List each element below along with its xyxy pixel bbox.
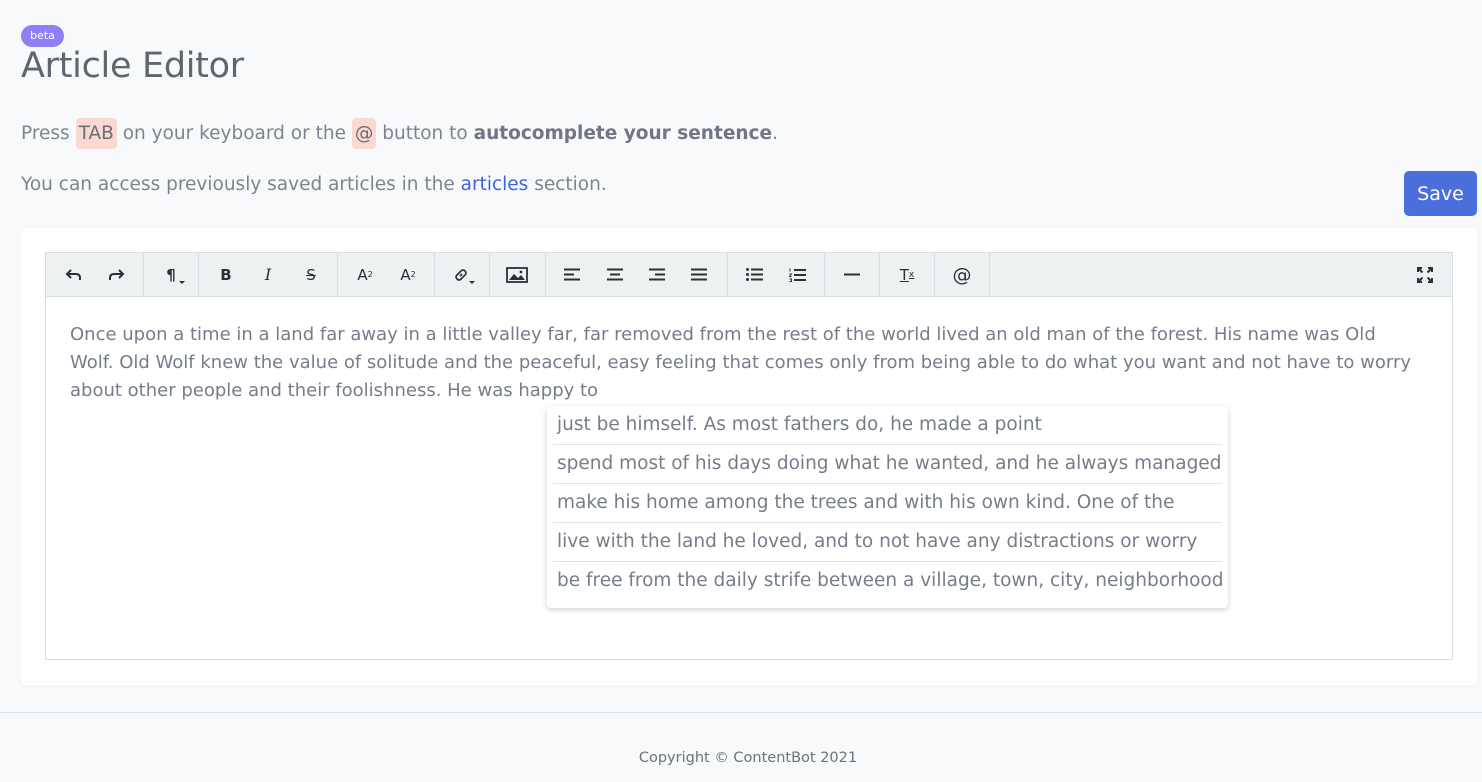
articles-link[interactable]: articles [461, 174, 529, 195]
intro-autocomplete: autocomplete your sentence [473, 123, 773, 144]
at-key-badge: @ [351, 117, 377, 149]
toolbar-group-paragraph: ¶ [144, 253, 199, 296]
align-center-icon[interactable] [594, 253, 636, 296]
strikethrough-glyph: S [306, 265, 316, 284]
beta-badge: beta [21, 25, 64, 47]
subscript-glyph: A [400, 265, 411, 284]
chevron-down-icon [179, 281, 185, 284]
toolbar-group-clear: Tx [880, 253, 935, 296]
strikethrough-icon[interactable]: S [290, 253, 332, 296]
rich-text-editor: ¶ B I S A2 A2 T x @ Once upon a time in … [45, 252, 1453, 660]
article-text: Once upon a time in a land far away in a… [70, 324, 1412, 401]
toolbar-group-script: A2 A2 [338, 253, 435, 296]
intro-on-keyboard: on your keyboard or the [122, 123, 346, 144]
chevron-down-icon [469, 281, 475, 284]
subscript-mark: 2 [410, 270, 416, 279]
suggestion-item[interactable]: make his home among the trees and with h… [553, 484, 1222, 523]
undo-icon[interactable] [53, 253, 95, 296]
bullet-list-icon[interactable] [733, 253, 775, 296]
justify-icon[interactable] [678, 253, 720, 296]
superscript-mark: 2 [367, 270, 373, 279]
footer-divider [0, 712, 1482, 713]
toolbar-group-inline: B I S [199, 253, 338, 296]
numbered-list-icon[interactable] [776, 253, 818, 296]
clear-format-glyph: T [899, 265, 909, 284]
toolbar-group-history [46, 253, 144, 296]
link-icon[interactable] [440, 253, 482, 296]
italic-icon[interactable]: I [247, 253, 289, 296]
toolbar-group-rule [825, 253, 880, 296]
toolbar-group-link [435, 253, 490, 296]
editor-content[interactable]: Once upon a time in a land far away in a… [70, 321, 1420, 405]
suggestion-item[interactable]: spend most of his days doing what he wan… [553, 445, 1222, 484]
redo-icon[interactable] [95, 253, 137, 296]
editor-toolbar: ¶ B I S A2 A2 T x @ [46, 253, 1452, 297]
at-glyph: @ [952, 263, 972, 286]
intro-button-to: button to [382, 123, 468, 144]
toolbar-group-align [546, 253, 728, 296]
tab-key-badge: TAB [75, 117, 117, 149]
fullscreen-icon[interactable] [1404, 253, 1446, 296]
copyright-text: Copyright © ContentBot 2021 [638, 750, 858, 766]
clear-format-icon[interactable]: Tx [886, 253, 928, 296]
toolbar-group-lists [728, 253, 825, 296]
suggestion-item[interactable]: live with the land he loved, and to not … [553, 523, 1222, 562]
superscript-icon[interactable]: A2 [344, 253, 386, 296]
suggestion-item[interactable]: just be himself. As most fathers do, he … [553, 406, 1222, 445]
save-button[interactable]: Save [1404, 171, 1477, 216]
page-title: Article Editor [21, 46, 244, 86]
align-left-icon[interactable] [551, 253, 593, 296]
italic-glyph: I [264, 265, 272, 284]
saved-articles-info: You can access previously saved articles… [21, 172, 607, 198]
suggestion-item[interactable]: be free from the daily strife between a … [553, 562, 1222, 601]
autocomplete-instructions: Press TAB on your keyboard or the @ butt… [21, 117, 778, 151]
toolbar-group-media [490, 253, 546, 296]
align-right-icon[interactable] [636, 253, 678, 296]
image-icon[interactable] [496, 253, 538, 296]
editor-card: ¶ B I S A2 A2 T x @ Once upon a time in … [21, 228, 1477, 685]
info-after: section. [534, 174, 607, 195]
at-icon[interactable]: @ [941, 253, 983, 296]
paragraph-icon[interactable]: ¶ [150, 253, 192, 296]
toolbar-group-autocomplete: @ [935, 253, 990, 296]
bold-glyph: B [220, 265, 232, 284]
info-before: You can access previously saved articles… [21, 174, 455, 195]
horizontal-rule-icon[interactable] [831, 253, 873, 296]
bold-icon[interactable]: B [205, 253, 247, 296]
autocomplete-suggestions: just be himself. As most fathers do, he … [547, 406, 1228, 608]
clear-format-mark: x [908, 269, 915, 280]
intro-period: . [772, 123, 778, 144]
superscript-glyph: A [357, 265, 368, 284]
subscript-icon[interactable]: A2 [387, 253, 429, 296]
paragraph-glyph: ¶ [166, 265, 176, 284]
intro-press: Press [21, 123, 70, 144]
